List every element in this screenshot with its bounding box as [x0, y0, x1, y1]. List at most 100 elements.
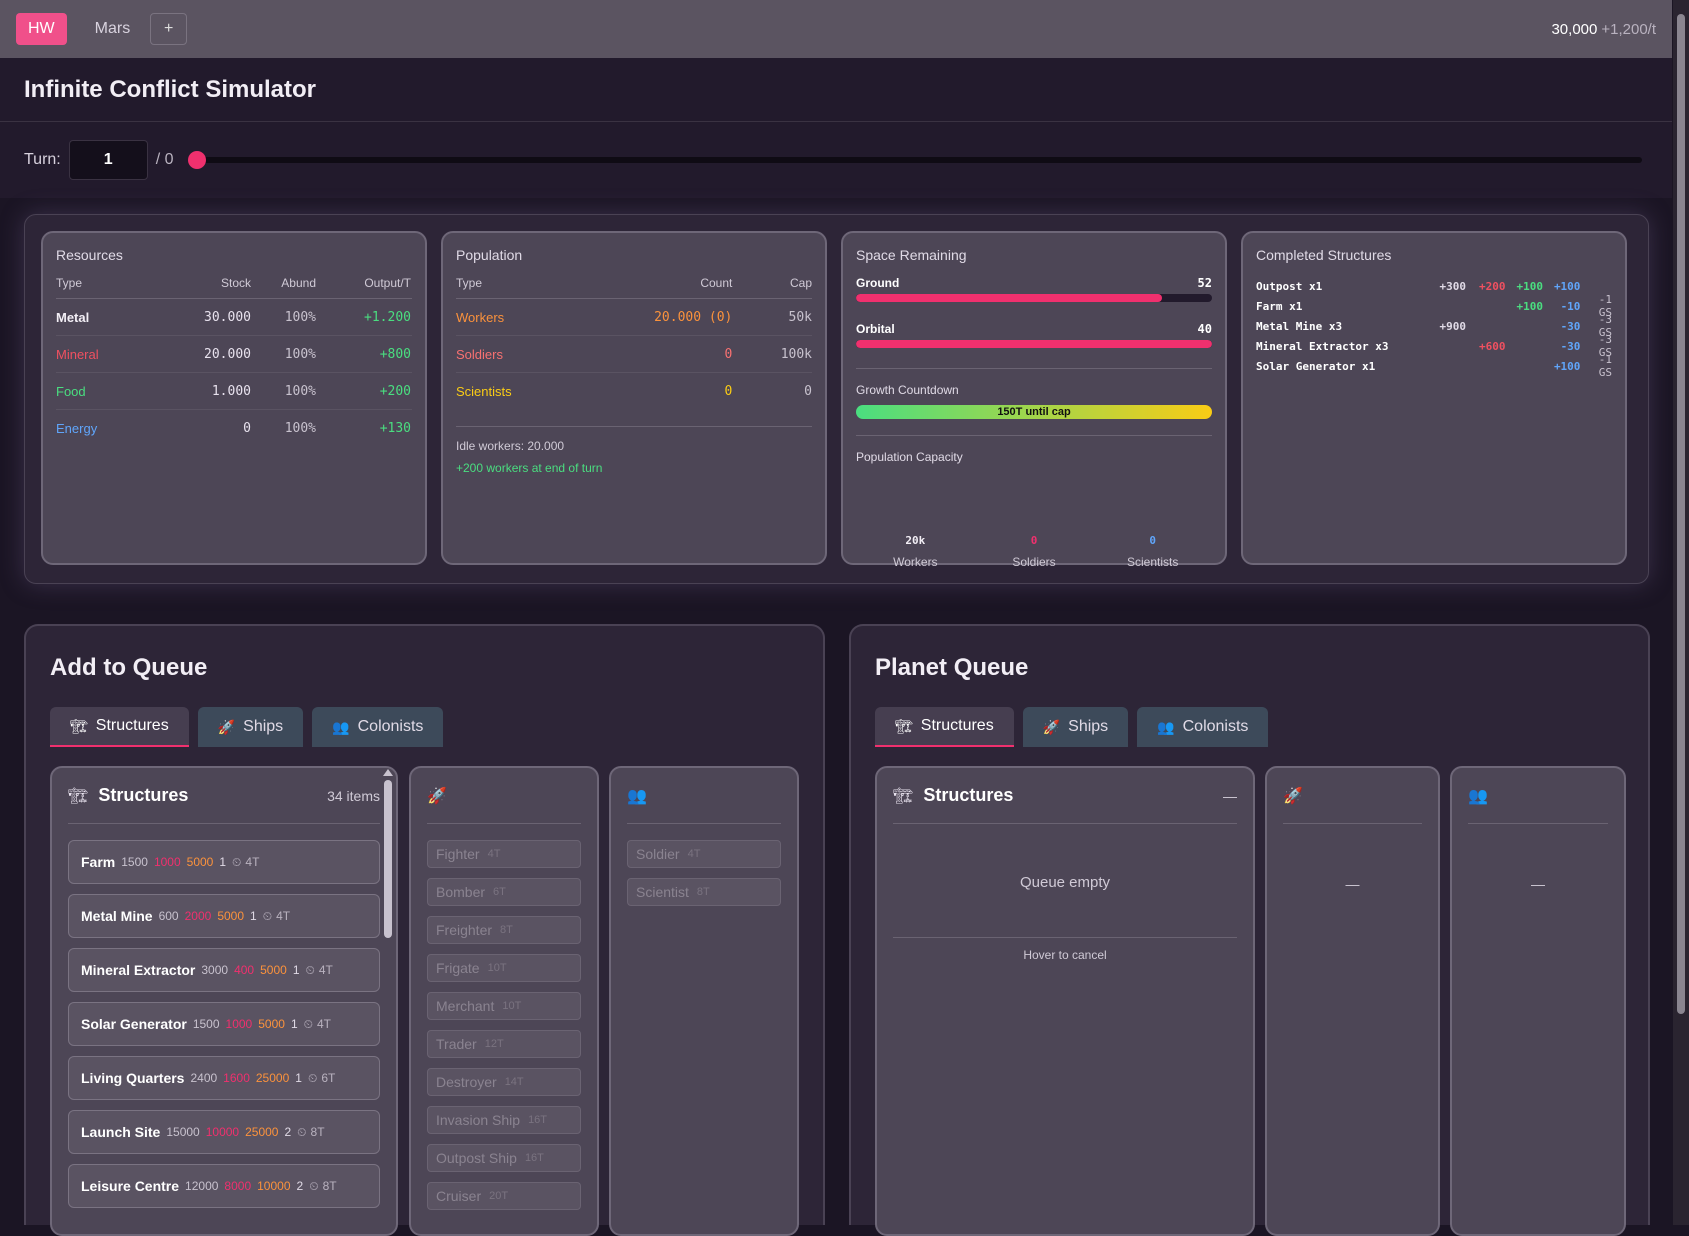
- queue-tab-structures[interactable]: 🏗 Structures: [875, 707, 1014, 747]
- col-count: Count: [700, 276, 733, 290]
- ship-item[interactable]: Cruiser 20T: [427, 1182, 581, 1210]
- population-type: Workers: [456, 309, 505, 325]
- structure-item[interactable]: Mineral Extractor 3000 400 5000 1 ⏲ 4T: [68, 948, 380, 992]
- ship-item[interactable]: Bomber 6T: [427, 878, 581, 906]
- turn-slider-knob[interactable]: [187, 151, 206, 169]
- tab-colonists[interactable]: 👥 Colonists: [312, 707, 444, 747]
- crane-icon: 🏗: [68, 787, 89, 805]
- ground-bar-fill: [856, 294, 1163, 302]
- tab-ships[interactable]: 🚀 Ships: [197, 707, 304, 747]
- resource-abund: 100%: [284, 421, 316, 436]
- clock-icon: ⏲: [232, 854, 242, 869]
- rocket-icon: 🚀: [1283, 787, 1303, 805]
- structure-metal-cost: 12000: [185, 1179, 219, 1193]
- structure-build-time: 4T: [318, 963, 333, 977]
- ship-item[interactable]: Trader 12T: [427, 1030, 581, 1058]
- rocket-icon: 🚀: [427, 787, 447, 805]
- resource-row: Mineral 20.000 100% +800: [56, 336, 412, 373]
- clock-icon: ⏲: [262, 908, 273, 923]
- resource-stock: 20.000: [204, 346, 251, 362]
- top-resource-value: 30,000: [1551, 20, 1598, 38]
- col-output: Output/T: [364, 276, 411, 290]
- structure-item[interactable]: Solar Generator 1500 1000 5000 1 ⏲ 4T: [68, 1002, 380, 1046]
- structure-build-time: 8T: [310, 1125, 325, 1139]
- population-count: 0: [724, 346, 733, 362]
- structures-list-title: Structures: [98, 785, 189, 805]
- turn-input[interactable]: 1: [68, 140, 148, 180]
- ship-item[interactable]: Fighter 4T: [427, 840, 581, 868]
- clock-icon: ⏲: [305, 962, 315, 977]
- capacity-label: Soldiers: [1012, 555, 1056, 569]
- ship-item[interactable]: Merchant 10T: [427, 992, 581, 1020]
- structure-food-cost: 5000: [217, 909, 245, 923]
- population-type: Scientists: [456, 384, 512, 399]
- structure-item-name: Launch Site: [81, 1124, 161, 1140]
- planet-queue-title: Planet Queue: [875, 654, 1029, 681]
- structure-item[interactable]: Launch Site 15000 10000 25000 2 ⏲ 8T: [68, 1110, 380, 1154]
- top-bar: HW Mars + 30,000 +1,200/t: [0, 0, 1672, 58]
- structure-item[interactable]: Farm 1500 1000 5000 1 ⏲ 4T: [68, 840, 380, 884]
- ship-item-time: 16T: [528, 1114, 548, 1126]
- structure-item-name: Living Quarters: [81, 1070, 185, 1086]
- page-scrollbar[interactable]: [1673, 0, 1689, 1225]
- queue-tab-ships[interactable]: 🚀 Ships: [1022, 707, 1129, 747]
- population-row: Scientists 0 0: [456, 373, 812, 410]
- people-icon: 👥: [1157, 718, 1175, 735]
- population-header: Type Count Cap: [456, 276, 812, 299]
- planet-tab-hw[interactable]: HW: [16, 13, 67, 45]
- structures-queue-title: Structures: [923, 785, 1014, 805]
- structure-item-name: Mineral Extractor: [81, 962, 196, 978]
- growth-countdown-bar: 150T until cap: [856, 405, 1212, 419]
- structure-item[interactable]: Leisure Centre 12000 8000 10000 2 ⏲ 8T: [68, 1164, 380, 1208]
- turn-label: Turn:: [24, 151, 61, 168]
- structure-effect: +200: [1479, 279, 1506, 293]
- ship-item-time: 14T: [504, 1076, 524, 1088]
- structure-item-name: Farm: [81, 854, 116, 870]
- tab-structures[interactable]: 🏗 Structures: [50, 707, 189, 747]
- colonist-item[interactable]: Scientist 8T: [627, 878, 781, 906]
- structure-effect: -30: [1560, 339, 1581, 353]
- ship-item-time: 6T: [493, 886, 506, 898]
- ship-item[interactable]: Destroyer 14T: [427, 1068, 581, 1096]
- structure-item[interactable]: Living Quarters 2400 1600 25000 1 ⏲ 6T: [68, 1056, 380, 1100]
- colonist-item[interactable]: Soldier 4T: [627, 840, 781, 868]
- resource-abund: 100%: [284, 383, 316, 399]
- population-row: Workers 20.000 (0) 50k: [456, 299, 812, 336]
- planet-tab-mars[interactable]: Mars: [87, 13, 139, 45]
- structure-workers: 1: [219, 855, 227, 869]
- population-row: Soldiers 0 100k: [456, 336, 812, 373]
- structure-effect: +100: [1553, 279, 1581, 293]
- ship-item[interactable]: Invasion Ship 16T: [427, 1106, 581, 1134]
- colonist-item-name: Soldier: [636, 846, 680, 862]
- population-type: Soldiers: [456, 346, 503, 362]
- ship-item[interactable]: Freighter 8T: [427, 916, 581, 944]
- structure-effect: +900: [1439, 319, 1467, 333]
- structures-list-scrollbar[interactable]: [383, 766, 393, 1225]
- structures-count: 34 items: [327, 787, 380, 804]
- structure-name: Solar Generator x1: [1256, 359, 1376, 373]
- add-planet-button[interactable]: +: [150, 13, 188, 45]
- ship-item-name: Outpost Ship: [436, 1150, 517, 1166]
- resource-stock: 0: [243, 421, 251, 436]
- structure-metal-cost: 600: [158, 909, 179, 923]
- completed-structure-row: Farm x1 +100 -10 -1 GS: [1256, 293, 1612, 319]
- queue-tab-colonists[interactable]: 👥 Colonists: [1137, 707, 1269, 747]
- structure-item[interactable]: Metal Mine 600 2000 5000 1 ⏲ 4T: [68, 894, 380, 938]
- ship-item[interactable]: Outpost Ship 16T: [427, 1144, 581, 1172]
- turn-slider[interactable]: [187, 151, 1642, 169]
- ship-item[interactable]: Frigate 10T: [427, 954, 581, 982]
- scroll-up-arrow[interactable]: [383, 769, 393, 776]
- space-title: Space Remaining: [856, 247, 967, 263]
- structure-build-time: 8T: [322, 1179, 337, 1193]
- structure-item-name: Leisure Centre: [81, 1178, 180, 1194]
- top-resource-readout: 30,000 +1,200/t: [1551, 21, 1656, 38]
- structure-metal-cost: 1500: [121, 855, 148, 869]
- structure-build-time: 4T: [317, 1017, 332, 1031]
- page-scrollbar-thumb[interactable]: [1677, 14, 1685, 1014]
- structure-metal-cost: 2400: [190, 1071, 218, 1085]
- hover-cancel-hint: Hover to cancel: [893, 937, 1237, 962]
- ship-item-name: Bomber: [436, 884, 486, 900]
- ship-item-name: Merchant: [436, 998, 495, 1014]
- structure-effect: +100: [1553, 359, 1581, 373]
- structures-list-scroll-thumb[interactable]: [384, 780, 392, 938]
